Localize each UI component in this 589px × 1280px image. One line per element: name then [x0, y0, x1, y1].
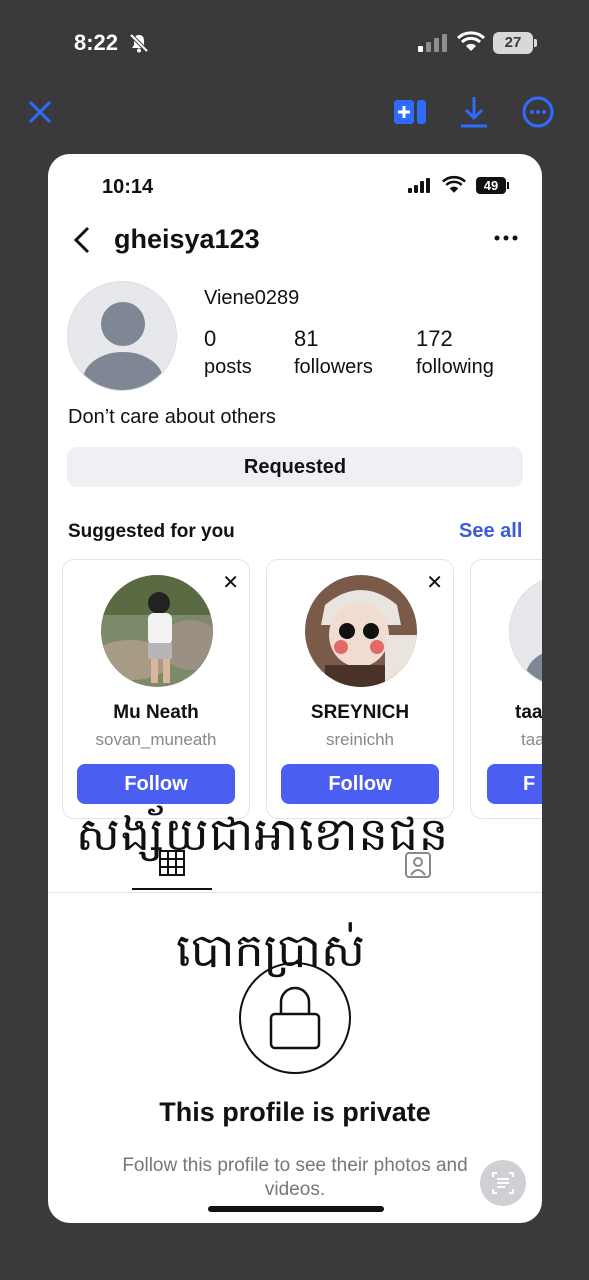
more-options-icon[interactable]	[494, 234, 518, 242]
follow-button[interactable]: Follow	[281, 764, 439, 804]
wifi-icon	[442, 175, 466, 193]
close-icon[interactable]	[26, 98, 54, 126]
private-title: This profile is private	[159, 1097, 431, 1127]
home-indicator	[208, 1206, 384, 1212]
suggestion-handle: sreinichh	[325, 730, 395, 749]
battery-indicator: 27	[493, 32, 533, 54]
suggestion-card[interactable]: taa taa F	[470, 559, 542, 819]
more-icon[interactable]	[522, 96, 554, 128]
posts-label: posts	[204, 356, 252, 378]
follow-button[interactable]: Follow	[77, 764, 235, 804]
scan-text-button[interactable]	[480, 1160, 526, 1206]
profile-bio: Don’t care about others	[68, 406, 276, 428]
follow-button[interactable]: F	[487, 764, 542, 804]
private-description: Follow this profile to see their photos …	[122, 1155, 468, 1200]
back-icon[interactable]	[70, 224, 94, 256]
suggestion-avatar	[101, 575, 213, 687]
profile-display-name: Viene0289	[204, 287, 300, 309]
suggestion-avatar	[305, 575, 417, 687]
suggestion-handle: sovan_muneath	[95, 730, 217, 749]
battery-tip	[507, 182, 509, 189]
profile-avatar	[67, 281, 177, 391]
posts-stat: 0 posts	[204, 326, 252, 379]
screenshot-viewer: 8:22 27 10:14 49 gheisya123 Viene0289 0 …	[0, 0, 589, 1280]
tab-divider	[48, 892, 542, 893]
requested-button[interactable]: Requested	[67, 447, 523, 487]
bell-muted-icon	[129, 33, 149, 53]
photo-woman-icon	[101, 575, 213, 687]
padlock-icon	[269, 986, 321, 1050]
suggestion-name: SREYNICH	[310, 702, 410, 723]
download-icon[interactable]	[458, 95, 490, 129]
status-time: 8:22	[74, 30, 119, 55]
overlay-caption-line1: សង្ស័យជាអាខោនជន	[76, 807, 450, 861]
following-label: following	[416, 356, 494, 378]
live-text-icon	[492, 1172, 514, 1194]
suggested-title: Suggested for you	[68, 521, 235, 542]
photo-doll-icon	[305, 575, 417, 687]
posts-count: 0	[204, 326, 217, 351]
suggestion-name: Mu Neath	[113, 702, 199, 723]
following-stat[interactable]: 172 following	[416, 326, 494, 379]
dismiss-icon[interactable]: ✕	[426, 570, 443, 595]
default-avatar-icon	[526, 653, 542, 686]
signal-icon	[418, 34, 447, 52]
followers-count: 81	[294, 326, 319, 351]
profile-username: gheisya123	[114, 224, 260, 254]
screenshot-image: 10:14 49 gheisya123 Viene0289 0 posts 81…	[48, 154, 542, 1223]
battery-indicator: 49	[476, 177, 506, 194]
active-tab-indicator	[132, 888, 212, 890]
see-all-link[interactable]: See all	[459, 520, 522, 543]
following-count: 172	[416, 326, 453, 351]
battery-tip	[534, 39, 537, 47]
suggestion-avatar	[509, 575, 542, 687]
dismiss-icon[interactable]: ✕	[222, 570, 239, 595]
suggestion-name: taa	[515, 702, 542, 723]
share-icon[interactable]	[392, 96, 428, 128]
default-avatar-icon	[83, 302, 163, 390]
inner-status-time: 10:14	[102, 176, 154, 198]
signal-icon	[408, 178, 430, 193]
lock-icon	[239, 962, 351, 1074]
suggestion-handle: taa	[521, 730, 542, 749]
followers-label: followers	[294, 356, 373, 378]
followers-stat[interactable]: 81 followers	[294, 326, 373, 379]
wifi-icon	[457, 31, 485, 51]
suggestion-card[interactable]: ✕ SREYNICH sreinichh Follow	[266, 559, 454, 819]
suggestion-card[interactable]: ✕ Mu Neath sovan_muneath Follow	[62, 559, 250, 819]
